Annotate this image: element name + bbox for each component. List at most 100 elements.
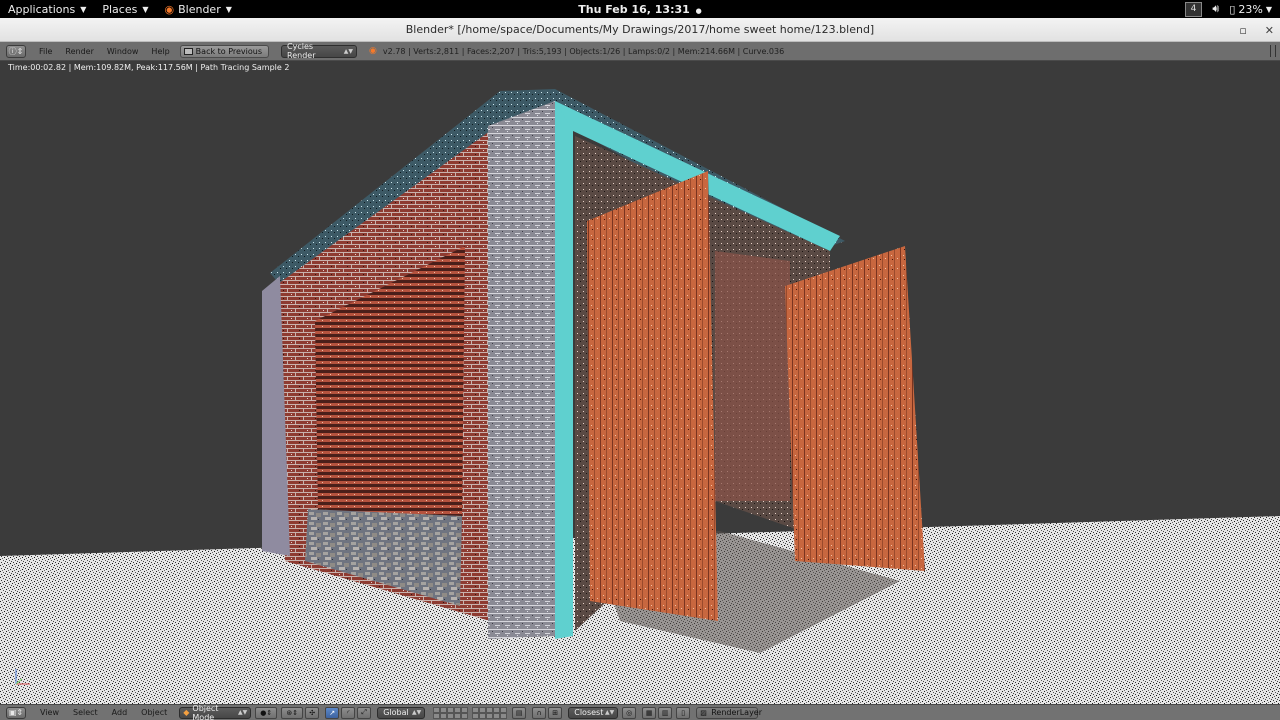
layer-cell[interactable] xyxy=(479,712,487,719)
volume-icon[interactable]: 🔊︎ xyxy=(1212,2,1219,16)
pivot-point-button[interactable]: ⊛⇕ xyxy=(281,706,304,719)
chevron-down-icon: ▼ xyxy=(1265,4,1272,14)
menu-view[interactable]: View xyxy=(40,708,59,717)
blender-logo-icon: ◉ xyxy=(369,46,377,56)
screen: Applications ▼ Places ▼ ◉ Blender ▼ Thu … xyxy=(0,0,1280,720)
render-status: Time:00:02.82 | Mem:109.82M, Peak:117.56… xyxy=(8,63,290,72)
layer-cell[interactable] xyxy=(447,712,455,719)
snap-target-value: Closest xyxy=(574,708,604,717)
menu-object[interactable]: Object xyxy=(141,708,167,717)
window-controls: ▫ ✕ xyxy=(1239,18,1274,42)
render-engine-select[interactable]: Cycles Render ▲▼ xyxy=(281,42,358,60)
manipulator-icon: ✣ xyxy=(309,708,316,717)
scale-icon: ⤢ xyxy=(361,708,368,716)
battery-status[interactable]: ▯ 23% ▼ xyxy=(1229,3,1272,16)
updown-arrows-icon: ▲▼ xyxy=(238,709,248,716)
editor-type-button[interactable]: ▣⇕ xyxy=(6,706,26,719)
layer-cell[interactable] xyxy=(500,712,508,719)
back-to-previous-button[interactable]: Back to Previous xyxy=(179,44,270,58)
orientation-value: Global xyxy=(383,708,409,717)
updown-arrows-icon: ▲▼ xyxy=(343,47,354,55)
scene-layers xyxy=(433,706,510,719)
updown-arrows-icon: ▲▼ xyxy=(605,709,615,716)
shading-sphere-icon: ●⇕ xyxy=(260,708,273,717)
snap-grid-icon: ⊞ xyxy=(552,708,559,717)
notification-dot-icon: ● xyxy=(695,6,702,15)
menu-add[interactable]: Add xyxy=(112,708,128,717)
film-icon: ▥ xyxy=(661,708,669,717)
layer-group-2[interactable] xyxy=(472,706,508,719)
clock[interactable]: Thu Feb 16, 13:31 xyxy=(578,3,690,16)
menu-window[interactable]: Window xyxy=(107,47,139,56)
object-mode-icon: ◆ xyxy=(183,708,190,717)
rotate-manipulator-button[interactable]: ◜ xyxy=(341,706,356,719)
magnet-icon: ∩ xyxy=(536,708,542,717)
layer-cell[interactable] xyxy=(433,712,441,719)
window-title: Blender* [/home/space/Documents/My Drawi… xyxy=(405,23,875,36)
back-to-previous-label: Back to Previous xyxy=(195,46,263,56)
pivot-icon: ⊛⇕ xyxy=(286,708,299,717)
render-engine-value: Cycles Render xyxy=(287,42,316,60)
snap-toggle[interactable]: ∩ xyxy=(532,706,547,719)
edge-highlight xyxy=(555,101,573,639)
screen-back-icon xyxy=(183,47,193,55)
layer-cell[interactable] xyxy=(440,712,448,719)
menu-select[interactable]: Select xyxy=(73,708,98,717)
close-icon[interactable]: ✕ xyxy=(1265,24,1274,37)
layer-cell[interactable] xyxy=(493,712,501,719)
snap-target-select[interactable]: Closest ▲▼ xyxy=(568,706,619,719)
3d-viewport[interactable]: Time:00:02.82 | Mem:109.82M, Peak:117.56… xyxy=(0,61,1280,704)
interior-louvers xyxy=(715,251,790,501)
menu-help[interactable]: Help xyxy=(151,47,169,56)
window-title-bar[interactable]: Blender* [/home/space/Documents/My Drawi… xyxy=(0,18,1280,42)
manipulator-toggle[interactable]: ✣ xyxy=(305,706,320,719)
proportional-edit-button[interactable]: ◎ xyxy=(622,706,637,719)
layer-cell[interactable] xyxy=(454,712,462,719)
layer-cell[interactable] xyxy=(461,712,469,719)
layer-cell[interactable] xyxy=(486,712,494,719)
viewport-shading-button[interactable]: ●⇕ xyxy=(255,706,278,719)
interaction-mode-select[interactable]: ◆ Object Mode ▲▼ xyxy=(179,703,252,720)
gnome-top-bar: Applications ▼ Places ▼ ◉ Blender ▼ Thu … xyxy=(0,0,1280,18)
battery-percent: 23% xyxy=(1238,2,1263,16)
rotate-icon: ◜ xyxy=(346,708,350,717)
clock-container: Thu Feb 16, 13:31 ● xyxy=(0,3,1280,16)
camera-icon: ▦ xyxy=(645,708,653,717)
layer-cell[interactable] xyxy=(472,712,480,719)
workspace-indicator[interactable]: 4 xyxy=(1184,1,1203,17)
render-layer-value: RenderLayer xyxy=(711,708,763,717)
opengl-render-anim-button[interactable]: ▥ xyxy=(658,706,673,719)
layer-group-1[interactable] xyxy=(433,706,469,719)
render-layer-toggle[interactable]: ▯ xyxy=(676,706,691,719)
layer-lock-icon: ▤ xyxy=(515,708,523,717)
arrow-icon: ↗ xyxy=(329,708,336,717)
rendered-scene xyxy=(0,89,1280,704)
view3d-icon: ▣⇕ xyxy=(8,708,24,717)
restore-icon[interactable]: ▫ xyxy=(1239,24,1246,37)
door-right xyxy=(785,246,925,571)
layer-lock-button[interactable]: ▤ xyxy=(512,706,527,719)
battery-icon: ▯ xyxy=(1229,2,1236,16)
layers-icon: ▯ xyxy=(681,708,686,717)
3d-view-header: ▣⇕ View Select Add Object ◆ Object Mode … xyxy=(0,704,1280,720)
render-layer-icon: ▨ xyxy=(700,708,707,717)
door-left xyxy=(587,171,718,621)
menu-file[interactable]: File xyxy=(39,47,52,56)
front-corner-pillar xyxy=(488,101,555,639)
editor-type-button[interactable]: ⓘ⇕ xyxy=(6,44,26,58)
opengl-render-button[interactable]: ▦ xyxy=(642,706,657,719)
status-area: 4 🔊︎ ▯ 23% ▼ xyxy=(1184,0,1272,18)
scale-manipulator-button[interactable]: ⤢ xyxy=(357,706,372,719)
render-layer-field[interactable]: ▨ RenderLayer xyxy=(696,706,762,719)
updown-arrows-icon: ▲▼ xyxy=(412,709,422,716)
scene-stats: v2.78 | Verts:2,811 | Faces:2,207 | Tris… xyxy=(382,46,785,56)
info-header: ⓘ⇕ File Render Window Help Back to Previ… xyxy=(0,42,1280,61)
menu-render[interactable]: Render xyxy=(65,47,93,56)
axis-gizmo-icon xyxy=(15,669,30,685)
translate-manipulator-button[interactable]: ↗ xyxy=(325,706,340,719)
proportional-icon: ◎ xyxy=(626,708,633,717)
mode-value: Object Mode xyxy=(192,703,219,720)
transform-orientation-select[interactable]: Global ▲▼ xyxy=(377,706,426,719)
region-resize-handle[interactable] xyxy=(1270,45,1276,57)
snap-element-button[interactable]: ⊞ xyxy=(548,706,563,719)
